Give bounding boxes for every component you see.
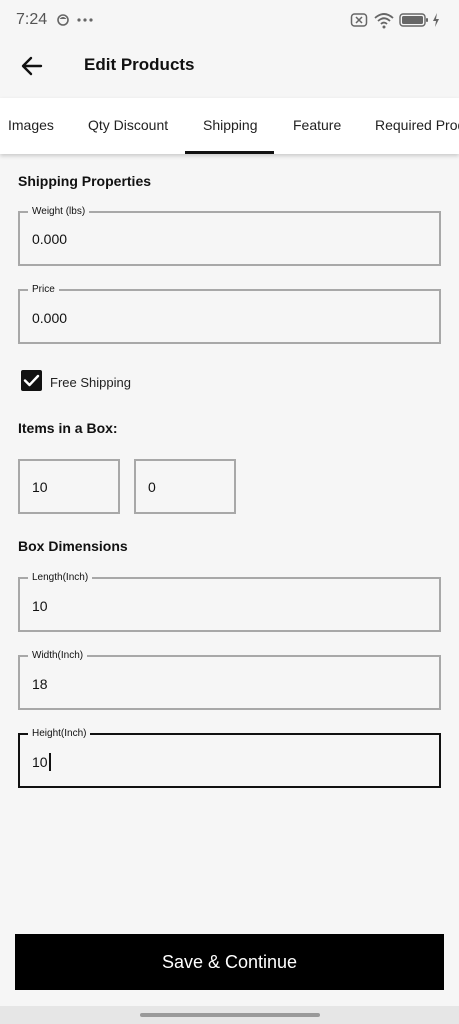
shipping-properties-heading: Shipping Properties <box>18 173 152 189</box>
page-title: Edit Products <box>84 55 195 74</box>
free-shipping-checkbox[interactable] <box>21 370 42 391</box>
items-box-value-2: 0 <box>148 479 156 495</box>
width-label: Width(Inch) <box>28 649 88 662</box>
weight-label: Weight (lbs) <box>28 205 90 218</box>
height-value-wrap: 10 <box>32 753 51 771</box>
tab-feature[interactable]: Feature <box>293 117 341 133</box>
width-field[interactable]: Width(Inch) 18 <box>18 649 441 710</box>
width-value: 18 <box>32 676 48 692</box>
app-bar: Edit Products <box>0 40 459 90</box>
battery-icon <box>399 10 429 35</box>
text-cursor <box>48 753 51 771</box>
length-value: 10 <box>32 598 48 614</box>
tab-bar: Images Qty Discount Shipping Feature Req… <box>0 98 459 154</box>
weight-value: 0.000 <box>32 231 68 247</box>
height-field[interactable]: Height(Inch) 10 <box>18 727 441 788</box>
status-bar: 7:24 <box>0 0 459 40</box>
tab-images[interactable]: Images <box>8 117 54 133</box>
price-value: 0.000 <box>32 310 68 326</box>
home-gesture-handle[interactable] <box>140 1013 320 1017</box>
tab-required-products[interactable]: Required Prod <box>375 117 459 133</box>
length-label: Length(Inch) <box>28 571 93 584</box>
height-label: Height(Inch) <box>28 727 91 740</box>
save-continue-button[interactable]: Save & Continue <box>15 934 444 990</box>
charging-icon <box>431 10 441 35</box>
height-value: 10 <box>32 754 48 770</box>
price-label: Price <box>28 283 59 296</box>
tab-indicator <box>185 151 274 154</box>
check-icon <box>23 374 40 387</box>
status-time: 7:24 <box>16 11 48 28</box>
items-in-box-heading: Items in a Box: <box>18 420 118 436</box>
items-box-field-1[interactable]: 10 <box>18 459 120 514</box>
items-box-field-2[interactable]: 0 <box>134 459 236 514</box>
weight-field[interactable]: Weight (lbs) 0.000 <box>18 205 441 266</box>
back-arrow-icon[interactable] <box>18 52 46 80</box>
more-dots-icon <box>76 10 94 35</box>
tab-qty-discount[interactable]: Qty Discount <box>88 117 168 133</box>
wifi-icon <box>373 10 395 35</box>
length-field[interactable]: Length(Inch) 10 <box>18 571 441 632</box>
price-field[interactable]: Price 0.000 <box>18 283 441 344</box>
face-icon <box>57 10 69 35</box>
box-dimensions-heading: Box Dimensions <box>18 538 128 554</box>
tab-shipping[interactable]: Shipping <box>203 117 258 133</box>
free-shipping-label[interactable]: Free Shipping <box>50 375 131 390</box>
sim-off-icon <box>350 10 368 35</box>
items-box-value-1: 10 <box>32 479 48 495</box>
system-nav-bar <box>0 1006 459 1024</box>
